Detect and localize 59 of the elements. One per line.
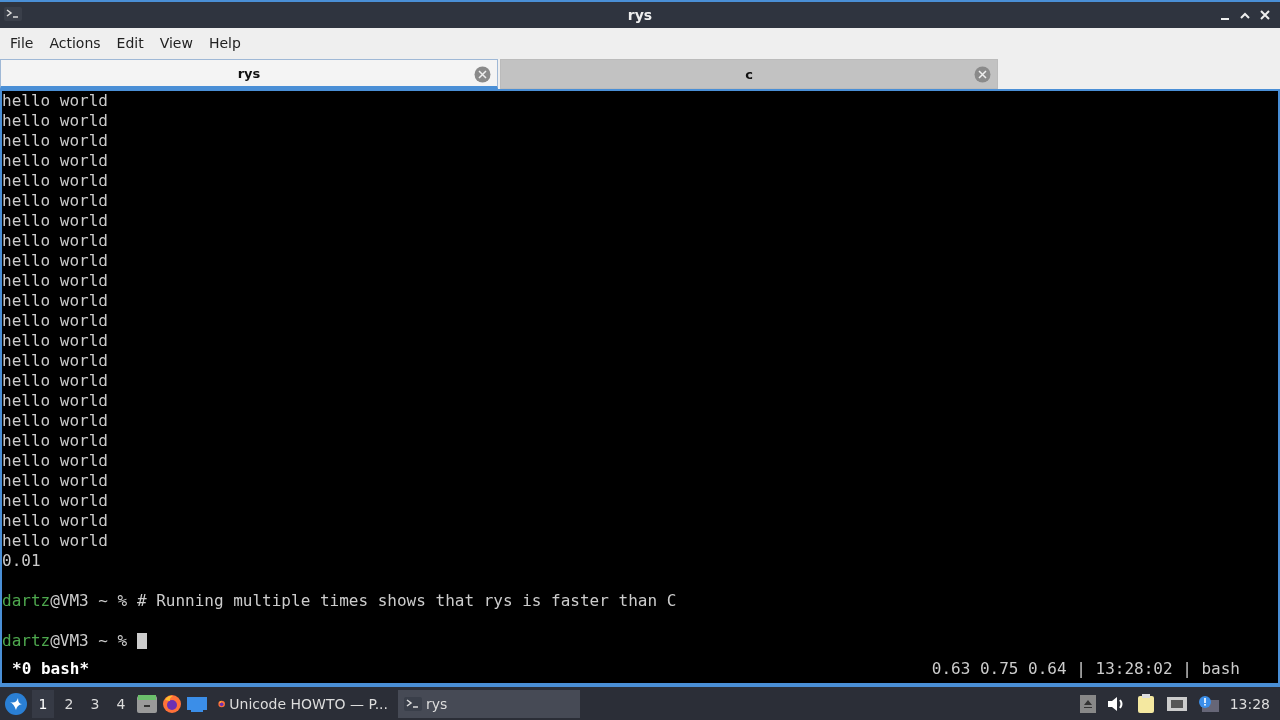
output-line: 0.01: [2, 551, 41, 571]
menu-item[interactable]: Help: [200, 34, 249, 51]
menu-item[interactable]: File: [2, 34, 42, 51]
output-line: hello world: [2, 311, 108, 331]
output-line: hello world: [2, 531, 108, 551]
prompt-user: dartz: [2, 591, 51, 611]
desktop-icon[interactable]: [186, 694, 208, 714]
output-line: hello world: [2, 271, 108, 291]
status-window-list: *0 bash*: [12, 659, 90, 679]
output-line: hello world: [2, 171, 108, 191]
output-line: hello world: [2, 371, 108, 391]
clock[interactable]: 13:28: [1229, 696, 1270, 712]
window-title: rys: [627, 7, 653, 23]
output-line: hello world: [2, 131, 108, 151]
taskbar-button[interactable]: Unicode HOWTO — P...: [212, 690, 394, 718]
prompt-host: @VM3 ~ %: [50, 591, 129, 611]
output-line: hello world: [2, 111, 108, 131]
output-line: hello world: [2, 231, 108, 251]
eject-icon[interactable]: [1079, 695, 1096, 713]
notification-icon[interactable]: [1197, 695, 1220, 713]
menu-item[interactable]: Actions: [41, 34, 109, 51]
output-line: hello world: [2, 151, 108, 171]
output-line: hello world: [2, 491, 108, 511]
output-line: hello world: [2, 431, 108, 451]
start-menu-icon[interactable]: [4, 692, 28, 716]
tab[interactable]: c: [500, 59, 998, 89]
close-tab-icon[interactable]: [974, 66, 991, 83]
output-line: hello world: [2, 291, 108, 311]
close-button[interactable]: [1258, 8, 1272, 22]
prompt-user: dartz: [2, 631, 51, 651]
command-text: # Running multiple times shows that rys is faster than C: [136, 591, 677, 611]
output-line: hello world: [2, 211, 108, 231]
output-line: hello world: [2, 91, 108, 111]
output-line: hello world: [2, 451, 108, 471]
output-line: hello world: [2, 391, 108, 411]
browser-icon[interactable]: [162, 694, 182, 714]
status-info: 0.63 0.75 0.64 | 13:28:02 | bash: [931, 659, 1240, 679]
workspace-button[interactable]: 4: [110, 690, 132, 718]
file-manager-icon[interactable]: [136, 694, 158, 714]
terminal-icon: [404, 697, 422, 711]
clipboard-icon[interactable]: [1135, 694, 1156, 714]
menu-item[interactable]: Edit: [108, 34, 152, 51]
output-line: hello world: [2, 351, 108, 371]
output-line: hello world: [2, 411, 108, 431]
output-line: hello world: [2, 191, 108, 211]
output-line: hello world: [2, 471, 108, 491]
app-icon: [4, 6, 22, 21]
menu-item[interactable]: View: [151, 34, 201, 51]
workspace-button[interactable]: 2: [58, 690, 80, 718]
prompt-host: @VM3 ~ %: [50, 631, 129, 651]
tab[interactable]: rys: [0, 59, 498, 89]
network-icon[interactable]: [1165, 695, 1188, 713]
taskbar-button[interactable]: rys: [398, 690, 580, 718]
output-line: hello world: [2, 331, 108, 351]
workspace-button[interactable]: 3: [84, 690, 106, 718]
workspace-button[interactable]: 1: [32, 690, 54, 718]
output-line: hello world: [2, 511, 108, 531]
output-line: hello world: [2, 251, 108, 271]
close-tab-icon[interactable]: [474, 66, 491, 83]
